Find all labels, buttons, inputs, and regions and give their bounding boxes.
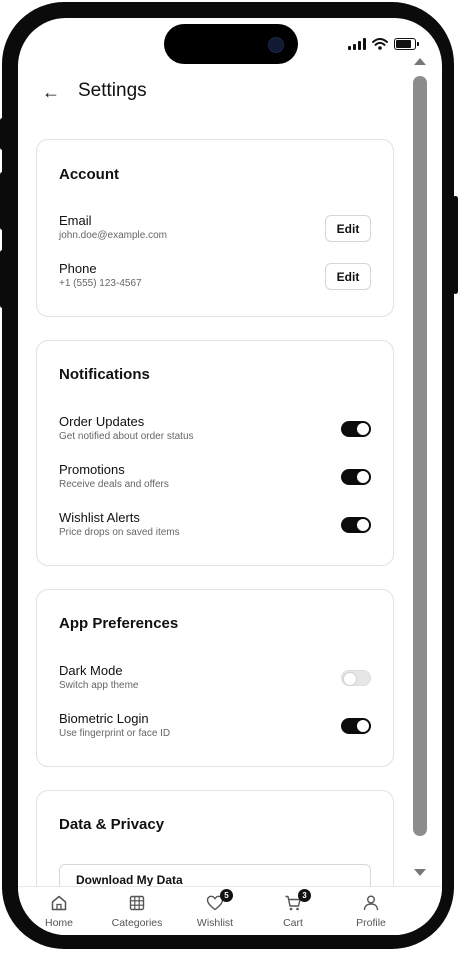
promotions-toggle[interactable] <box>341 469 371 485</box>
scroll-up-arrow-icon[interactable] <box>414 58 426 65</box>
email-value: john.doe@example.com <box>59 230 167 241</box>
nav-home-label: Home <box>44 917 73 929</box>
person-icon <box>363 895 379 911</box>
notifications-card: Notifications Order Updates Get notified… <box>36 340 394 566</box>
wishlist-alerts-toggle[interactable] <box>341 517 371 533</box>
order-updates-label: Order Updates <box>59 414 145 429</box>
dark-mode-toggle[interactable] <box>341 670 371 686</box>
nav-profile-label: Profile <box>356 917 386 929</box>
phone-label: Phone <box>59 261 97 276</box>
scroll-down-arrow-icon[interactable] <box>414 869 426 876</box>
wishlist-badge: 5 <box>220 889 233 902</box>
nav-wishlist[interactable]: 5 Wishlist <box>180 889 250 929</box>
app-preferences-card: App Preferences Dark Mode Switch app the… <box>36 589 394 767</box>
back-arrow-icon[interactable]: ← <box>42 82 60 103</box>
nav-categories-label: Categories <box>111 917 163 929</box>
notifications-title: Notifications <box>59 366 150 383</box>
signal-icon <box>348 38 366 50</box>
phone-value: +1 (555) 123-4567 <box>59 278 142 289</box>
biometric-login-toggle[interactable] <box>341 718 371 734</box>
scroll-thumb[interactable] <box>413 76 427 836</box>
data-privacy-title: Data & Privacy <box>59 816 165 833</box>
top-bar: ← Settings <box>18 62 428 122</box>
order-updates-description: Get notified about order status <box>59 431 194 442</box>
nav-profile[interactable]: Profile <box>336 891 406 929</box>
nav-categories[interactable]: Categories <box>102 891 172 929</box>
promotions-description: Receive deals and offers <box>59 479 169 490</box>
battery-icon <box>394 38 419 50</box>
page-title: Settings <box>78 80 147 101</box>
nav-home[interactable]: Home <box>24 891 94 929</box>
account-title: Account <box>59 166 119 183</box>
nav-cart-label: Cart <box>283 917 303 929</box>
wifi-icon <box>372 38 388 50</box>
account-card: Account Email john.doe@example.com Edit … <box>36 139 394 317</box>
bottom-nav: Home Categories 5 Wishlist 3 Cart Profil… <box>18 886 442 935</box>
edit-email-button[interactable]: Edit <box>325 215 371 242</box>
biometric-login-label: Biometric Login <box>59 711 149 726</box>
grid-icon <box>129 895 145 911</box>
edit-phone-button[interactable]: Edit <box>325 263 371 290</box>
settings-content[interactable]: Account Email john.doe@example.com Edit … <box>18 122 428 932</box>
camera-icon <box>268 37 284 53</box>
wishlist-alerts-description: Price drops on saved items <box>59 527 180 538</box>
promotions-label: Promotions <box>59 462 125 477</box>
phone-frame: ← Settings Account Email john.doe@exampl… <box>2 2 454 949</box>
biometric-login-description: Use fingerprint or face ID <box>59 728 171 739</box>
dynamic-island <box>164 24 298 64</box>
cart-badge: 3 <box>298 889 311 902</box>
status-bar <box>348 38 419 50</box>
wishlist-alerts-label: Wishlist Alerts <box>59 510 140 525</box>
nav-cart[interactable]: 3 Cart <box>258 889 328 929</box>
dark-mode-description: Switch app theme <box>59 680 139 691</box>
home-icon <box>51 895 67 911</box>
app-preferences-title: App Preferences <box>59 615 179 632</box>
screen: ← Settings Account Email john.doe@exampl… <box>18 18 442 935</box>
dark-mode-label: Dark Mode <box>59 663 123 678</box>
email-label: Email <box>59 213 92 228</box>
order-updates-toggle[interactable] <box>341 421 371 437</box>
scrollbar[interactable] <box>410 56 432 876</box>
nav-wishlist-label: Wishlist <box>196 917 234 929</box>
